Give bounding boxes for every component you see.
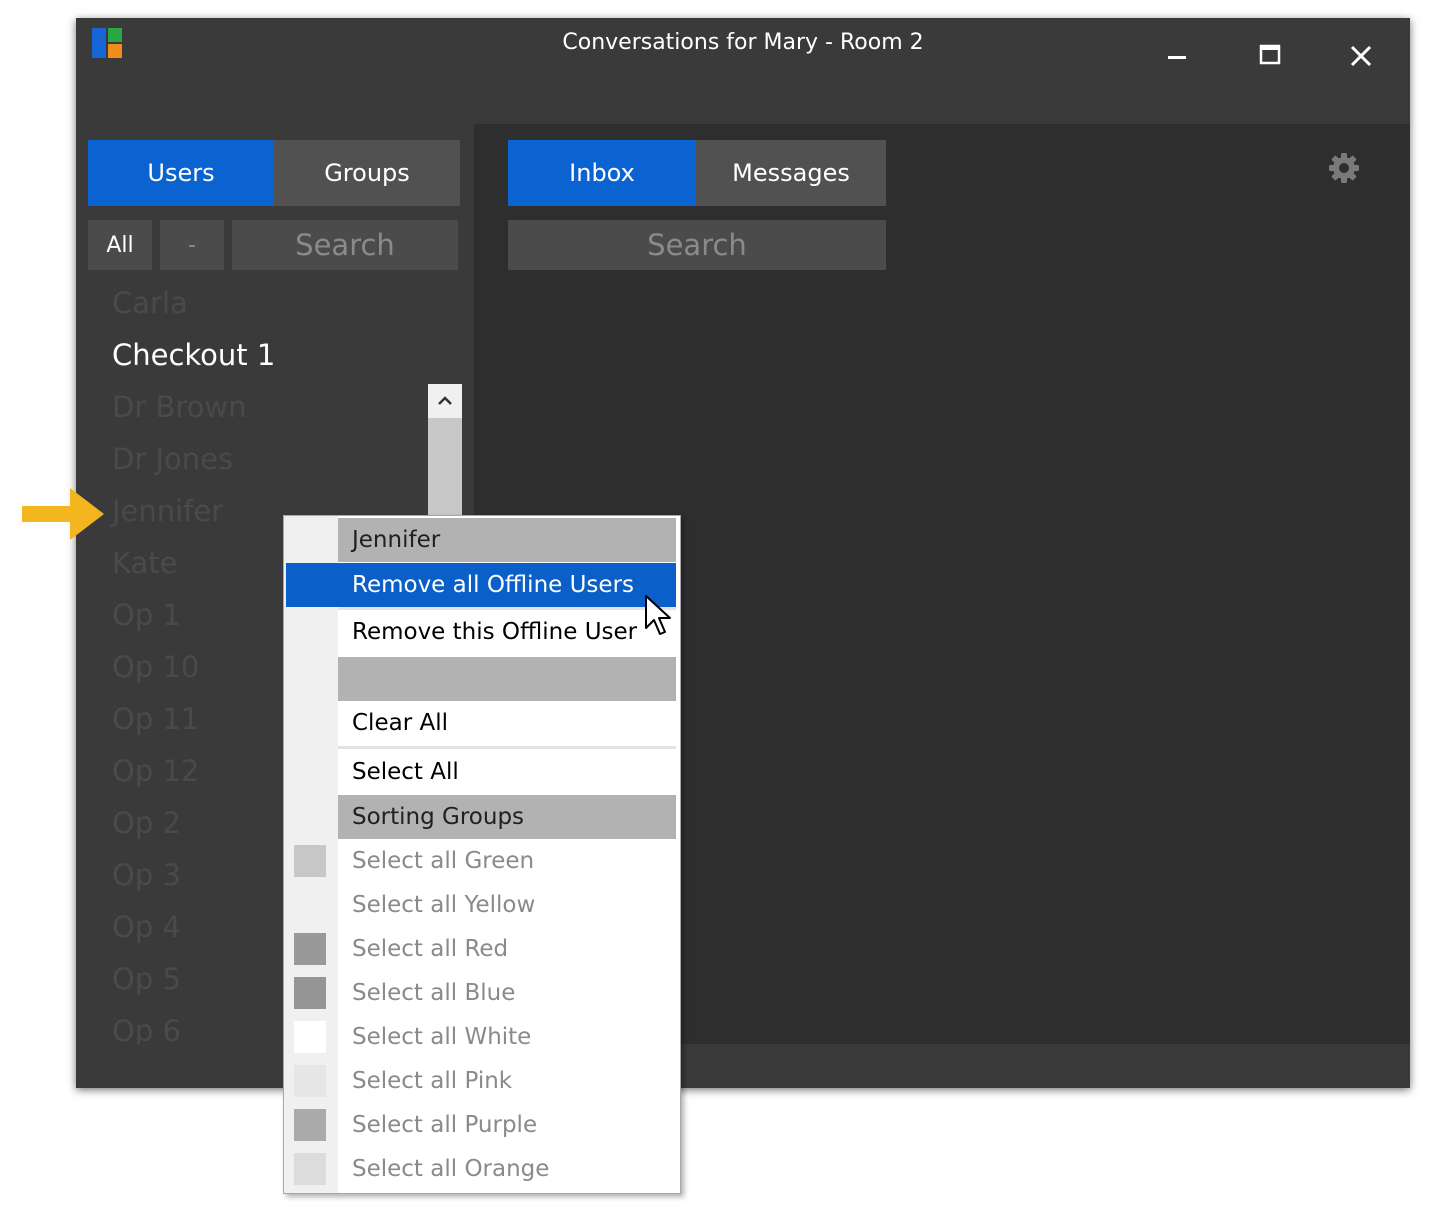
user-list-item[interactable]: Op 2 xyxy=(112,806,181,840)
color-swatch-icon xyxy=(294,977,326,1009)
context-menu: Jennifer Remove all Offline Users Remove… xyxy=(283,515,681,1194)
user-list-item[interactable]: Op 3 xyxy=(112,858,181,892)
user-list-item[interactable]: Dr Brown xyxy=(112,390,247,424)
tab-users[interactable]: Users xyxy=(88,140,274,206)
remove-all-offline-users-item[interactable]: Remove all Offline Users xyxy=(286,563,676,607)
color-swatch-icon xyxy=(294,1153,326,1185)
sorting-group-item[interactable]: Select all Blue xyxy=(338,971,676,1015)
sorting-group-item[interactable]: Select all Yellow xyxy=(338,883,676,927)
menu-separator xyxy=(338,746,676,749)
select-all-item[interactable]: Select All xyxy=(338,750,676,794)
user-list-item[interactable]: Op 11 xyxy=(112,702,199,736)
sorting-group-item[interactable]: Select all Orange xyxy=(338,1147,676,1191)
maximize-icon xyxy=(1259,44,1281,65)
user-list-item[interactable]: Op 6 xyxy=(112,1014,181,1048)
settings-button[interactable] xyxy=(1324,148,1364,188)
tab-messages[interactable]: Messages xyxy=(696,140,886,206)
sorting-group-item[interactable]: Select all Pink xyxy=(338,1059,676,1103)
user-list-item[interactable]: Op 5 xyxy=(112,962,181,996)
filter-dash-button[interactable]: - xyxy=(160,220,224,270)
tab-groups[interactable]: Groups xyxy=(274,140,460,206)
gear-icon xyxy=(1329,153,1359,183)
messages-search-input[interactable]: Search xyxy=(508,220,886,270)
sorting-group-item[interactable]: Select all Purple xyxy=(338,1103,676,1147)
scroll-up-button[interactable] xyxy=(428,384,462,418)
user-list-item[interactable]: Kate xyxy=(112,546,178,580)
clear-all-item[interactable]: Clear All xyxy=(338,701,676,745)
remove-this-offline-user-item[interactable]: Remove this Offline User xyxy=(338,610,676,654)
tab-inbox[interactable]: Inbox xyxy=(508,140,696,206)
user-list-item[interactable]: Dr Jones xyxy=(112,442,233,476)
title-bar: Conversations for Mary - Room 2 xyxy=(76,18,1410,124)
user-list-item[interactable]: Op 4 xyxy=(112,910,181,944)
color-swatch-icon xyxy=(294,889,326,921)
maximize-button[interactable] xyxy=(1252,38,1288,74)
sorting-groups-header: Sorting Groups xyxy=(338,795,676,839)
user-list-item[interactable]: Op 12 xyxy=(112,754,199,788)
sorting-group-item[interactable]: Select all Green xyxy=(338,839,676,883)
sorting-group-item[interactable]: Select all Red xyxy=(338,927,676,971)
user-list-item[interactable]: Checkout 1 xyxy=(112,338,275,372)
blank-menu-section xyxy=(338,657,676,701)
users-search-input[interactable]: Search xyxy=(232,220,458,270)
sorting-group-item[interactable]: Select all White xyxy=(338,1015,676,1059)
filter-all-button[interactable]: All xyxy=(88,220,152,270)
mouse-cursor-icon xyxy=(645,595,671,635)
color-swatch-icon xyxy=(294,1065,326,1097)
user-list-item[interactable]: Carla xyxy=(112,286,188,320)
status-bar xyxy=(76,1044,1410,1088)
user-list-item[interactable]: Jennifer xyxy=(112,494,223,528)
color-swatch-icon xyxy=(294,933,326,965)
close-button[interactable] xyxy=(1343,38,1379,74)
color-swatch-icon xyxy=(294,1021,326,1053)
minimize-button[interactable] xyxy=(1159,38,1195,74)
user-list-item[interactable]: Op 10 xyxy=(112,650,199,684)
user-list-item[interactable]: Op 1 xyxy=(112,598,181,632)
color-swatch-icon xyxy=(294,1109,326,1141)
app-window: Conversations for Mary - Room 2 Users Gr… xyxy=(76,18,1410,1088)
context-menu-header: Jennifer xyxy=(338,518,676,562)
close-icon xyxy=(1350,45,1372,67)
window-title: Conversations for Mary - Room 2 xyxy=(562,30,924,55)
chevron-up-icon xyxy=(438,396,452,405)
minimize-icon xyxy=(1168,56,1186,59)
yellow-arrow-icon xyxy=(22,488,104,540)
color-swatch-icon xyxy=(294,845,326,877)
